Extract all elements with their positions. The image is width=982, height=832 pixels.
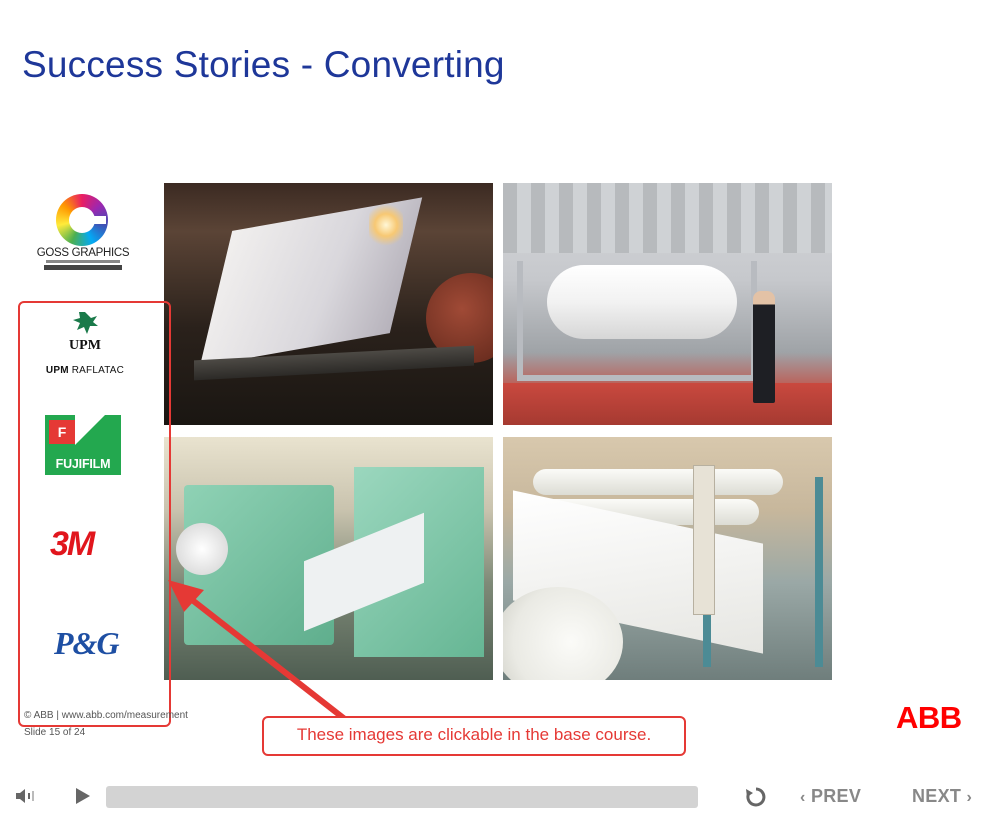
slide-number: Slide 15 of 24 bbox=[24, 727, 86, 738]
callout-text: These images are clickable in the base c… bbox=[296, 725, 652, 744]
photo-roll bbox=[176, 523, 228, 575]
photo-frame bbox=[703, 477, 823, 667]
callout-arrow-icon bbox=[168, 580, 349, 723]
photo-person bbox=[753, 291, 775, 403]
goss-graphics-label: GOSS GRAPHICS bbox=[36, 247, 130, 259]
player-bar: ‹ PREV NEXT › bbox=[0, 770, 982, 822]
photo-floor bbox=[503, 383, 832, 425]
goss-tagline-bar bbox=[46, 260, 120, 263]
photo-light bbox=[369, 203, 403, 247]
prev-label: PREV bbox=[810, 786, 862, 806]
paper-reel-photo[interactable] bbox=[503, 183, 832, 425]
photo-ceiling bbox=[503, 183, 832, 253]
goss-g-mark-icon bbox=[56, 194, 108, 246]
volume-icon[interactable] bbox=[14, 787, 36, 805]
seek-bar[interactable] bbox=[106, 786, 698, 808]
goss-tagline-bar-2 bbox=[44, 265, 122, 270]
prev-button[interactable]: ‹ PREV bbox=[800, 786, 861, 807]
photo-post bbox=[693, 465, 715, 615]
goss-graphics-logo[interactable]: GOSS GRAPHICS bbox=[36, 192, 130, 274]
chevron-left-icon: ‹ bbox=[800, 789, 806, 806]
replay-icon[interactable] bbox=[744, 785, 768, 809]
chevron-right-icon: › bbox=[966, 789, 973, 806]
photo-paper-reel bbox=[547, 265, 737, 339]
logos-highlight-box bbox=[18, 301, 171, 727]
abb-logo: ABB bbox=[896, 700, 962, 735]
play-icon[interactable] bbox=[72, 786, 92, 806]
next-label: NEXT bbox=[912, 786, 962, 806]
next-button[interactable]: NEXT › bbox=[912, 786, 972, 807]
callout-box: These images are clickable in the base c… bbox=[262, 716, 686, 756]
slide-title: Success Stories - Converting bbox=[22, 44, 505, 85]
film-rolls-photo[interactable] bbox=[503, 437, 832, 680]
copyright-text: © ABB | www.abb.com/measurement bbox=[24, 710, 188, 721]
paper-machine-photo[interactable] bbox=[164, 183, 493, 425]
